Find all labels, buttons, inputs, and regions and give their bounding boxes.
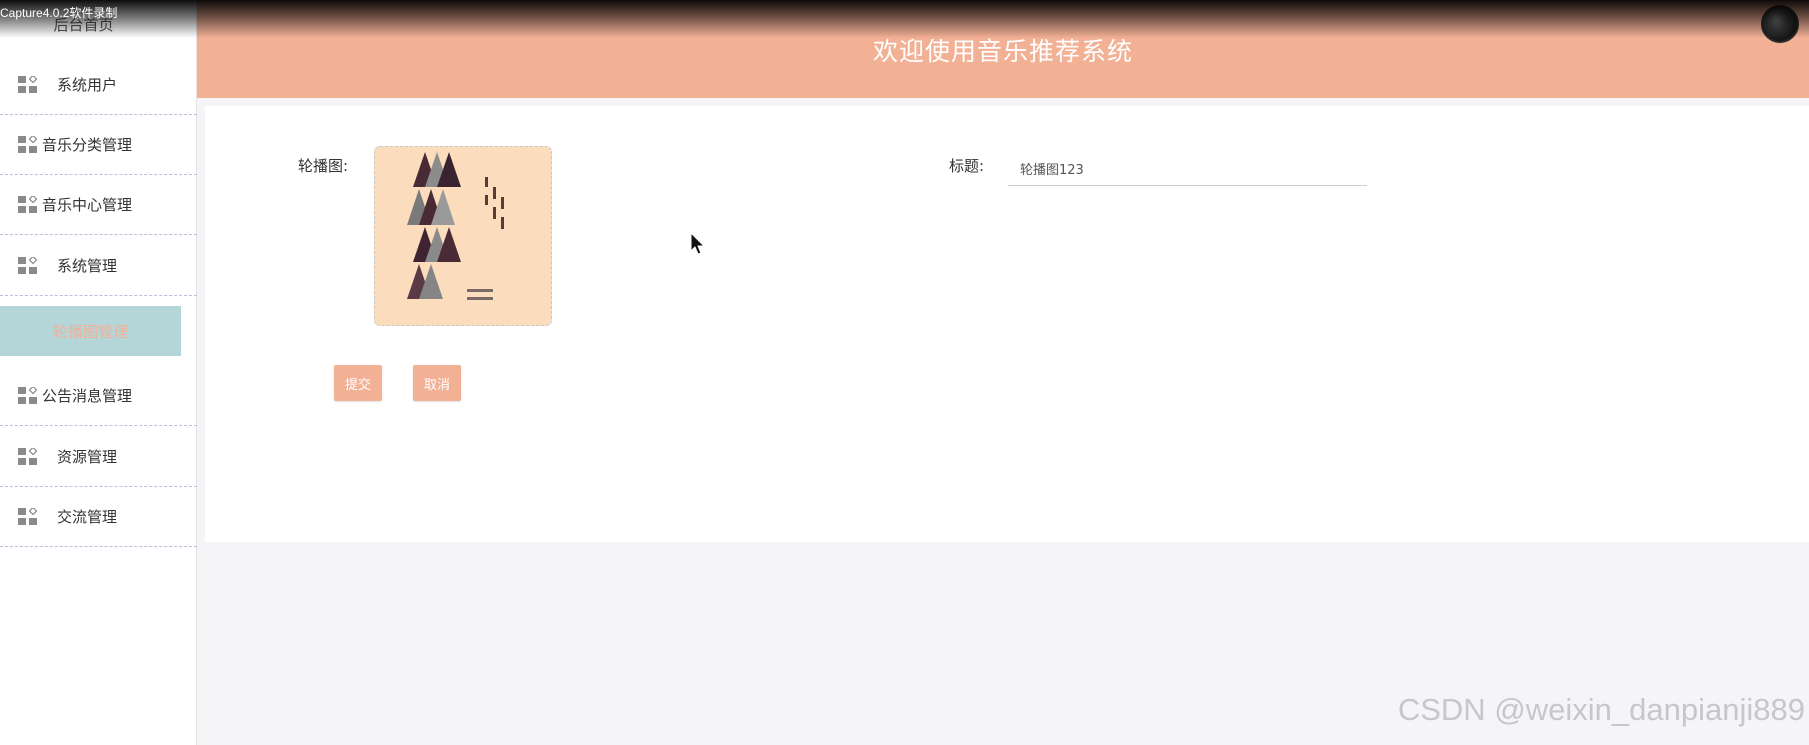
sidebar-item-system-users[interactable]: 系统用户 — [0, 55, 197, 115]
title-field-label: 标题: — [949, 157, 985, 175]
page-title: 欢迎使用音乐推荐系统 — [872, 37, 1133, 66]
sidebar-item-label: 系统用户 — [57, 76, 118, 94]
sidebar-item-music-category[interactable]: 音乐分类管理 — [0, 115, 197, 175]
title-input[interactable] — [1008, 152, 1367, 186]
grid-icon — [18, 75, 38, 93]
grid-icon — [18, 256, 38, 274]
sidebar-home-link[interactable]: 后台首页 — [0, 14, 167, 35]
image-field-label: 轮播图: — [298, 157, 349, 175]
sidebar-item-announcements[interactable]: 公告消息管理 — [0, 366, 197, 426]
sidebar-item-label: 交流管理 — [57, 508, 118, 526]
grid-icon — [18, 447, 38, 465]
sidebar-item-carousel-active[interactable]: 轮播图管理 — [0, 306, 181, 356]
carousel-image-upload[interactable] — [374, 146, 552, 326]
sidebar-item-resources[interactable]: 资源管理 — [0, 427, 197, 487]
album-cover-image — [375, 147, 551, 325]
cancel-button[interactable]: 取消 — [413, 365, 461, 401]
csdn-watermark: CSDN @weixin_danpianji889 — [1397, 692, 1805, 727]
grid-icon — [18, 195, 38, 213]
sidebar-item-label: 音乐中心管理 — [42, 196, 133, 214]
sidebar-item-label: 公告消息管理 — [42, 387, 133, 405]
grid-icon — [18, 135, 38, 153]
sidebar-item-label: 轮播图管理 — [52, 322, 128, 341]
grid-icon — [18, 507, 38, 525]
user-avatar[interactable] — [1761, 5, 1799, 43]
top-header: 欢迎使用音乐推荐系统 — [197, 0, 1809, 98]
sidebar-item-label: 资源管理 — [57, 448, 118, 466]
sidebar-item-label: 音乐分类管理 — [42, 136, 133, 154]
mouse-cursor-icon — [690, 232, 706, 255]
submit-button[interactable]: 提交 — [334, 365, 382, 401]
sidebar-item-communication[interactable]: 交流管理 — [0, 487, 197, 547]
sidebar-item-music-center[interactable]: 音乐中心管理 — [0, 175, 197, 235]
sidebar-item-label: 系统管理 — [57, 257, 118, 275]
sidebar: 后台首页 系统用户 音乐分类管理 音乐中心管理 系统管理 轮播图管理 公告消息管… — [0, 0, 197, 745]
sidebar-item-system-manage[interactable]: 系统管理 — [0, 236, 197, 296]
grid-icon — [18, 386, 38, 404]
